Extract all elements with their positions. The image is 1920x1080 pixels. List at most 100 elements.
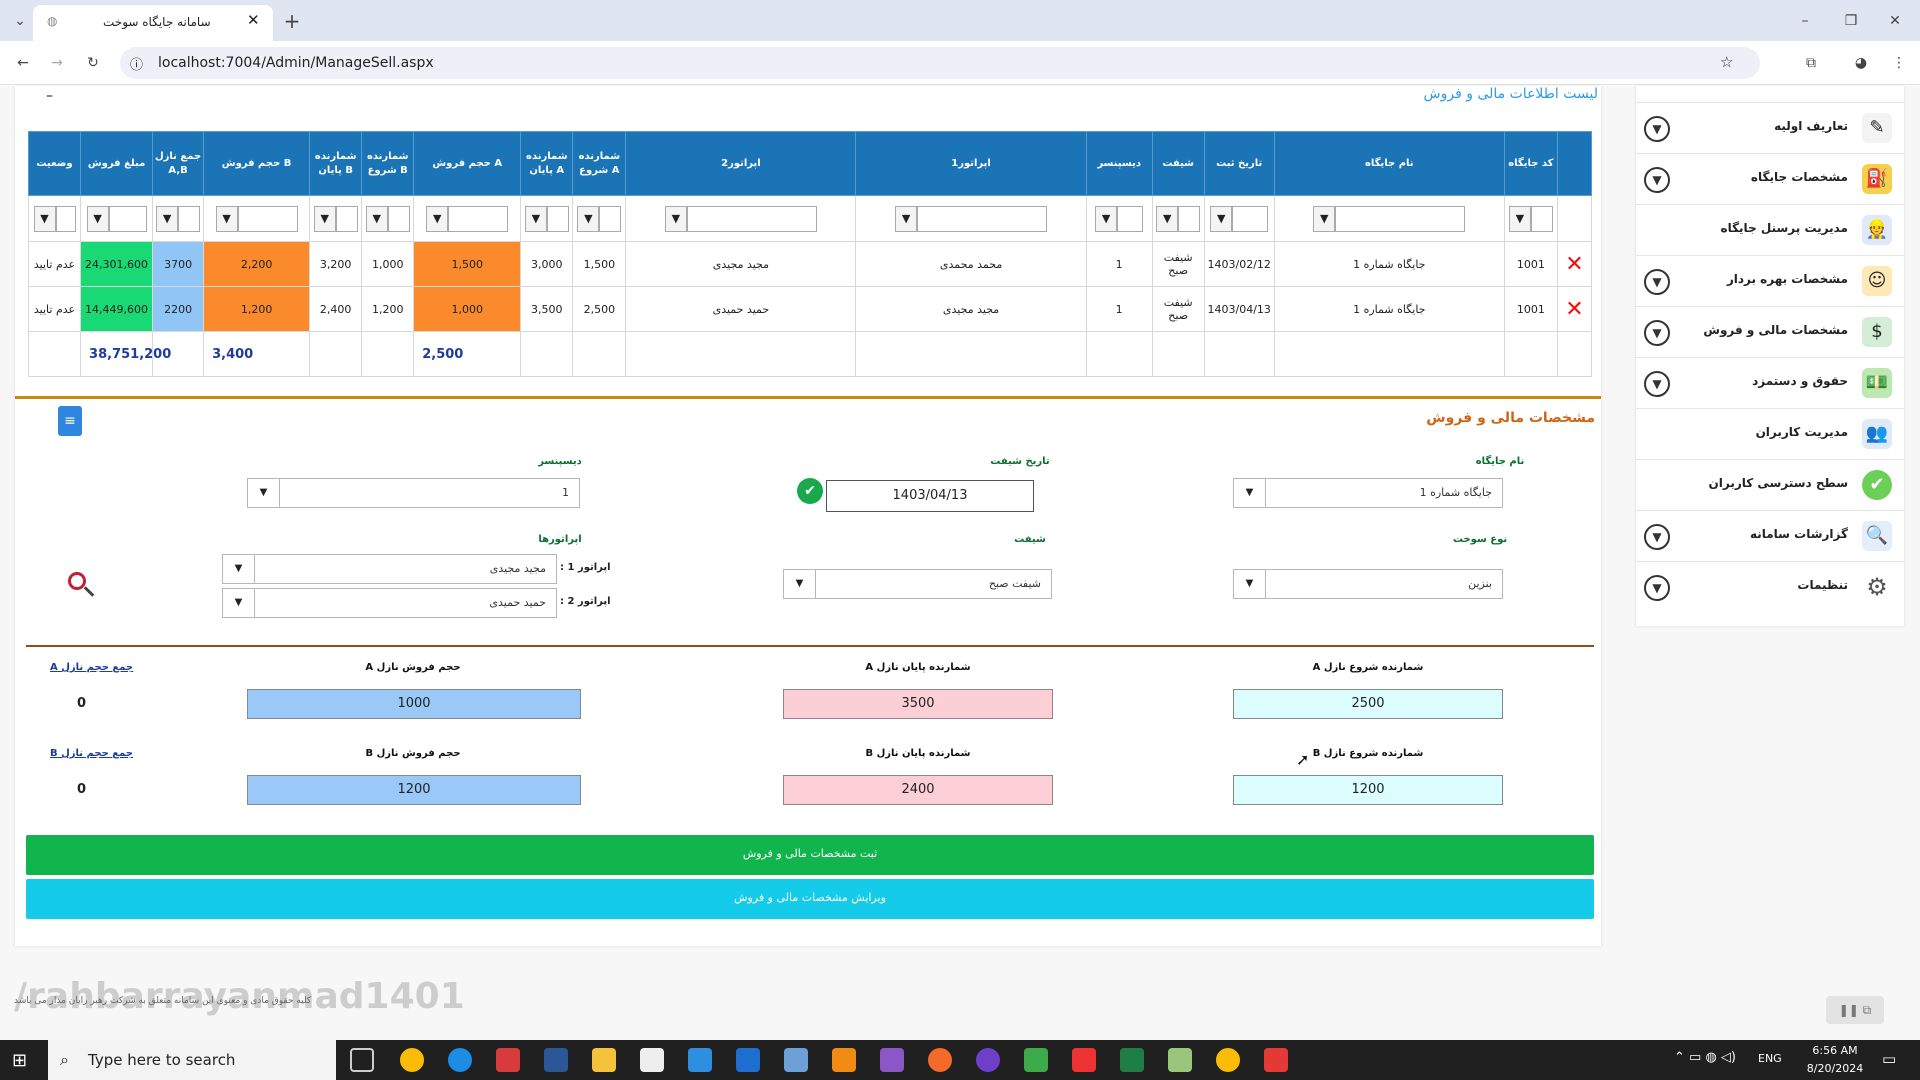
filter-input[interactable]	[599, 205, 622, 232]
submit-button[interactable]: ثبت مشخصات مالی و فروش	[26, 835, 1594, 875]
col-header-op2[interactable]: اپراتور2	[625, 131, 857, 196]
filter-input[interactable]	[917, 205, 1048, 232]
col-header-sum-ab[interactable]: جمع نازل A,B	[152, 131, 205, 196]
firefox-icon[interactable]	[928, 1048, 952, 1072]
chevron-down-icon[interactable]: ▼	[1644, 371, 1670, 397]
delete-icon[interactable]: ✕	[1565, 297, 1583, 322]
clock-date[interactable]: 8/20/2024	[1800, 1062, 1870, 1075]
filter-icon[interactable]: ▼	[1095, 205, 1118, 232]
sidebar-item-station[interactable]: ⛽ مشخصات جایگاه ▼	[1636, 154, 1904, 205]
filter-icon[interactable]: ▼	[895, 205, 918, 232]
sidebar-item-finance[interactable]: $ مشخصات مالی و فروش ▼	[1636, 307, 1904, 358]
app-icon[interactable]	[1168, 1048, 1192, 1072]
filter-icon[interactable]: ▼	[365, 205, 388, 232]
col-header-amount[interactable]: مبلغ فروش	[80, 131, 154, 196]
site-info-icon[interactable]: ⓘ	[130, 54, 143, 73]
mail-icon[interactable]	[688, 1048, 712, 1072]
notification-icon[interactable]: ▭	[1882, 1050, 1896, 1068]
col-header-status[interactable]: وضعیت	[27, 131, 82, 196]
filter-input[interactable]	[1117, 205, 1144, 232]
app-icon[interactable]	[496, 1048, 520, 1072]
filter-input[interactable]	[55, 205, 76, 232]
collapse-icon[interactable]: –	[46, 88, 53, 104]
col-header-dispenser[interactable]: دیسپنسر	[1085, 131, 1153, 196]
dispenser-select[interactable]: ▼ 1	[247, 478, 580, 508]
new-tab-icon[interactable]: +	[280, 5, 304, 37]
vlc-icon[interactable]	[832, 1048, 856, 1072]
add-document-icon[interactable]: ≡	[58, 406, 82, 436]
operator1-select[interactable]: ▼ مجید مجیدی	[222, 554, 557, 584]
filter-icon[interactable]: ▼	[577, 205, 600, 232]
end-b-input[interactable]: 2400	[783, 775, 1053, 805]
col-header-vol-b[interactable]: حجم فروش B	[203, 131, 311, 196]
edit-button[interactable]: ویرایش مشخصات مالی و فروش	[26, 879, 1594, 919]
app-icon[interactable]	[1264, 1048, 1288, 1072]
col-header-code[interactable]: کد جایگاه	[1503, 131, 1558, 196]
tab-close-icon[interactable]: ✕	[247, 11, 260, 29]
browser-tab[interactable]: ◍ سامانه جایگاه سوخت ✕	[33, 5, 273, 41]
filter-input[interactable]	[1335, 205, 1466, 232]
address-bar[interactable]: ⓘ localhost:7004/Admin/ManageSell.aspx ☆	[120, 47, 1760, 79]
sidebar-item-home[interactable]	[1636, 86, 1904, 103]
fuel-select[interactable]: ▼ بنزین	[1233, 569, 1503, 599]
delete-icon[interactable]: ✕	[1565, 252, 1583, 277]
filter-input[interactable]	[237, 205, 298, 232]
chrome-icon[interactable]	[400, 1048, 424, 1072]
filter-icon[interactable]: ▼	[86, 205, 109, 232]
vol-a-input[interactable]: 1000	[247, 689, 581, 719]
windows-start-icon[interactable]: ⊞	[12, 1050, 27, 1071]
filter-icon[interactable]: ▼	[1508, 205, 1531, 232]
end-a-input[interactable]: 3500	[783, 689, 1053, 719]
col-header-end-a[interactable]: شمارنده پایان A	[520, 131, 574, 196]
station-select[interactable]: ▼ جایگاه شماره 1	[1233, 478, 1503, 508]
tab-search-icon[interactable]: ⌄	[4, 5, 36, 37]
task-view-icon[interactable]	[350, 1048, 374, 1072]
profile-avatar[interactable]: ◕	[1846, 47, 1876, 79]
table-row[interactable]: عدم تایید 24,301,600 3700 2,200 3,200 1,…	[27, 241, 1593, 287]
app-icon[interactable]	[1072, 1048, 1096, 1072]
col-header-date[interactable]: تاریخ ثبت	[1203, 131, 1275, 196]
word-icon[interactable]	[544, 1048, 568, 1072]
filter-icon[interactable]: ▼	[313, 205, 336, 232]
tray-icons[interactable]: ⌃ ▭ ◍ ◁)	[1674, 1050, 1736, 1065]
edge-icon[interactable]	[448, 1048, 472, 1072]
table-row[interactable]: عدم تایید 14,449,600 2200 1,200 2,400 1,…	[27, 286, 1593, 332]
clock-time[interactable]: 6:56 AM	[1800, 1044, 1870, 1057]
minimize-icon[interactable]: –	[1790, 5, 1820, 37]
bookmark-star-icon[interactable]: ☆	[1720, 53, 1733, 71]
filter-icon[interactable]: ▼	[1156, 205, 1179, 232]
filter-icon[interactable]: ▼	[1210, 205, 1233, 232]
visual-studio-icon[interactable]	[880, 1048, 904, 1072]
sum-b-link[interactable]: جمع حجم نازل B	[50, 748, 133, 759]
reload-icon[interactable]: ↻	[78, 47, 108, 79]
chevron-down-icon[interactable]: ▼	[1644, 320, 1670, 346]
file-explorer-icon[interactable]	[592, 1048, 616, 1072]
filter-icon[interactable]: ▼	[426, 205, 449, 232]
back-icon[interactable]: ←	[8, 47, 38, 79]
filter-input[interactable]	[335, 205, 358, 232]
chevron-down-icon[interactable]: ▼	[1644, 116, 1670, 142]
sidebar-item-salary[interactable]: 💵 حقوق و دستمزد ▼	[1636, 358, 1904, 409]
filter-icon[interactable]: ▼	[664, 205, 687, 232]
sidebar-item-settings[interactable]: ⚙ تنظیمات ▼	[1636, 562, 1904, 613]
extensions-icon[interactable]: ⧉	[1796, 47, 1826, 79]
col-header-station[interactable]: نام جایگاه	[1273, 131, 1505, 196]
col-header-end-b[interactable]: شمارنده پایان B	[309, 131, 363, 196]
filter-input[interactable]	[448, 205, 509, 232]
pause-icon[interactable]: ❚❚ ⧉	[1826, 996, 1884, 1024]
github-icon[interactable]	[976, 1048, 1000, 1072]
window-close-icon[interactable]: ✕	[1880, 5, 1910, 37]
chevron-down-icon[interactable]: ▼	[1644, 269, 1670, 295]
app-icon[interactable]	[1024, 1048, 1048, 1072]
app-icon[interactable]	[736, 1048, 760, 1072]
filter-input[interactable]	[686, 205, 817, 232]
shift-select[interactable]: ▼ شیفت صبح	[783, 569, 1052, 599]
filter-input[interactable]	[387, 205, 410, 232]
calculator-icon[interactable]	[784, 1048, 808, 1072]
operator2-select[interactable]: ▼ حمید حمیدی	[222, 588, 557, 618]
excel-icon[interactable]	[1120, 1048, 1144, 1072]
sidebar-item-personnel[interactable]: 👷 مدیریت پرسنل جایگاه	[1636, 205, 1904, 256]
filter-icon[interactable]: ▼	[524, 205, 547, 232]
col-header-start-a[interactable]: شمارنده شروع A	[572, 131, 627, 196]
sidebar-item-operator[interactable]: ☺ مشخصات بهره بردار ▼	[1636, 256, 1904, 307]
